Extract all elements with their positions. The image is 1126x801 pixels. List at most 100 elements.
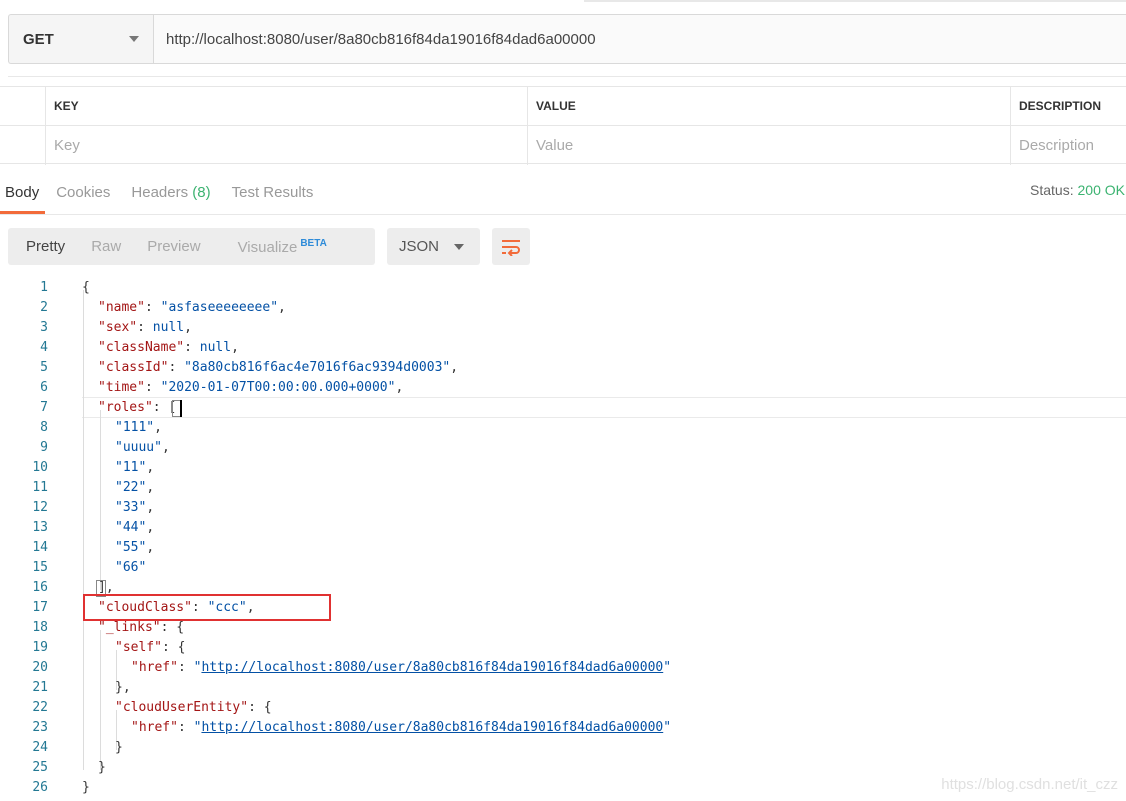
json-array-item: "11"	[115, 460, 147, 475]
line-number: 17	[32, 600, 48, 615]
code-text: }	[115, 740, 123, 755]
code-text: "time": "2020-01-07T00:00:00.000+0000",	[98, 380, 404, 395]
key-input[interactable]: Key	[45, 126, 527, 165]
json-key: "cloudUserEntity"	[115, 700, 249, 715]
chevron-down-icon	[454, 243, 464, 250]
tab-headers[interactable]: Headers (8)	[126, 174, 220, 214]
raw-button[interactable]: Raw	[65, 238, 121, 255]
line-number: 6	[40, 380, 48, 395]
code-line: 10 "11",	[0, 458, 1126, 478]
json-array-item: "44"	[115, 520, 147, 535]
chevron-down-icon	[129, 36, 139, 42]
code-line: 23 "href": "http://localhost:8080/user/8a…	[0, 718, 1126, 738]
params-table: KEY VALUE DESCRIPTION Key Value Descript…	[0, 86, 1126, 165]
divider	[8, 76, 1126, 77]
annotation-highlight-box	[83, 594, 331, 621]
value-input[interactable]: Value	[527, 126, 1010, 165]
json-key: "classId"	[98, 360, 169, 375]
json-key: "href"	[131, 660, 178, 675]
json-key: "className"	[98, 340, 185, 355]
code-text: "55",	[115, 540, 155, 555]
visualize-button[interactable]: Visualize BETA	[201, 238, 327, 256]
code-line: 12 "33",	[0, 498, 1126, 518]
code-line: 5 "classId": "8a80cb816f6ac4e7016f6ac9394…	[0, 358, 1126, 378]
line-number: 21	[32, 680, 48, 695]
request-bar: GET http://localhost:8080/user/8a80cb816…	[8, 14, 1126, 64]
line-number: 22	[32, 700, 48, 715]
code-line: 8 "111",	[0, 418, 1126, 438]
description-input[interactable]: Description	[1010, 126, 1126, 165]
code-line: 6 "time": "2020-01-07T00:00:00.000+0000",	[0, 378, 1126, 398]
format-select[interactable]: JSON	[387, 228, 480, 265]
line-number: 11	[32, 480, 48, 495]
code-line: 19 "self": {	[0, 638, 1126, 658]
line-number: 9	[40, 440, 48, 455]
response-tabs: Body Cookies Headers (8) Test Results	[0, 174, 329, 214]
code-text: }	[98, 760, 106, 775]
code-line: 7 "roles": [	[0, 398, 1126, 418]
tab-body[interactable]: Body	[0, 174, 46, 214]
top-divider	[584, 0, 1126, 2]
code-text: }	[82, 780, 90, 795]
code-text: },	[115, 680, 131, 695]
line-number: 4	[40, 340, 48, 355]
line-number: 5	[40, 360, 48, 375]
line-number: 13	[32, 520, 48, 535]
response-status: Status: 200 OK	[1030, 182, 1125, 198]
pretty-button[interactable]: Pretty	[8, 238, 65, 255]
url-input[interactable]: http://localhost:8080/user/8a80cb816f84d…	[154, 15, 1126, 63]
json-value: "asfaseeeeeeee"	[160, 300, 279, 315]
json-value: null	[152, 320, 185, 335]
url-text: http://localhost:8080/user/8a80cb816f84d…	[166, 30, 596, 48]
json-value: "2020-01-07T00:00:00.000+0000"	[160, 380, 396, 395]
line-number: 3	[40, 320, 48, 335]
json-key: "_links"	[98, 620, 161, 635]
line-number: 16	[32, 580, 48, 595]
line-number: 15	[32, 560, 48, 575]
code-line: 9 "uuuu",	[0, 438, 1126, 458]
description-column-header: DESCRIPTION	[1010, 87, 1126, 125]
code-line: 25}	[0, 758, 1126, 778]
code-text: "name": "asfaseeeeeeee",	[98, 300, 286, 315]
code-text: "111",	[115, 420, 162, 435]
json-array-item: "66"	[115, 560, 147, 575]
line-number: 2	[40, 300, 48, 315]
response-body-editor[interactable]: 1{ 2 "name": "asfaseeeeeeee", 3 "sex": nul…	[0, 278, 1126, 801]
code-text: "sex": null,	[98, 320, 192, 335]
json-array-item: "uuuu"	[115, 440, 162, 455]
href-link[interactable]: http://localhost:8080/user/8a80cb816f84d…	[201, 720, 663, 735]
code-line: 15 "66"	[0, 558, 1126, 578]
code-text: "className": null,	[98, 340, 239, 355]
format-label: JSON	[399, 238, 440, 255]
code-line: 3 "sex": null,	[0, 318, 1126, 338]
code-text: "cloudUserEntity": {	[115, 700, 272, 715]
line-number: 8	[40, 420, 48, 435]
status-label: Status:	[1030, 182, 1074, 198]
wrap-lines-button[interactable]	[492, 228, 530, 265]
params-header-row: KEY VALUE DESCRIPTION	[0, 87, 1126, 126]
json-array-item: "33"	[115, 500, 147, 515]
value-column-header: VALUE	[527, 87, 1010, 125]
json-key: "roles"	[98, 400, 153, 415]
beta-badge: BETA	[300, 237, 327, 249]
params-input-row: Key Value Description	[0, 126, 1126, 165]
code-line: 24}	[0, 738, 1126, 758]
method-select[interactable]: GET	[9, 15, 154, 63]
key-column-header: KEY	[45, 87, 527, 125]
tab-test-results[interactable]: Test Results	[227, 174, 324, 214]
json-key: "name"	[98, 300, 145, 315]
code-text: {	[82, 280, 90, 295]
code-text: "roles": [	[98, 400, 177, 415]
tab-cookies[interactable]: Cookies	[51, 174, 120, 214]
href-link[interactable]: http://localhost:8080/user/8a80cb816f84d…	[201, 660, 663, 675]
json-value: "8a80cb816f6ac4e7016f6ac9394d0003"	[184, 360, 451, 375]
code-line: 22 "cloudUserEntity": {	[0, 698, 1126, 718]
code-line: 1{	[0, 278, 1126, 298]
line-number: 7	[40, 400, 48, 415]
status-badge: 200 OK	[1077, 182, 1125, 198]
preview-button[interactable]: Preview	[121, 238, 200, 255]
code-text: "66"	[115, 558, 146, 578]
line-number: 23	[32, 720, 48, 735]
visualize-label: Visualize	[237, 238, 298, 256]
tab-headers-label: Headers	[131, 184, 189, 201]
